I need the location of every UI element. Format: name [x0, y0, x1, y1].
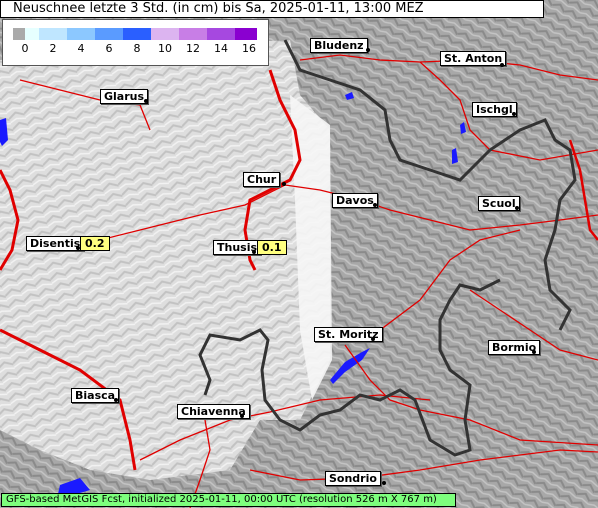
legend-tick-10: 10: [158, 42, 172, 55]
legend-seg-0: [13, 28, 25, 40]
city-label-st-anton: St. Anton: [440, 51, 507, 66]
city-label-chiavenna: Chiavenna: [177, 404, 250, 419]
city-dot-biasca: [114, 398, 118, 402]
city-label-bludenz: Bludenz: [310, 38, 368, 53]
city-dot-sondrio: [382, 481, 386, 485]
city-dot-st-moritz: [371, 337, 375, 341]
snow-covered-area: [0, 40, 330, 480]
city-label-chur: Chur: [243, 172, 281, 187]
city-dot-glarus: [144, 99, 148, 103]
footer-info: GFS-based MetGIS Fcst, initialized 2025-…: [1, 493, 456, 507]
city-dot-thusis: [252, 250, 256, 254]
legend-seg-7: [179, 28, 207, 40]
legend-seg-9: [235, 28, 257, 40]
terrain-map: [0, 0, 598, 508]
city-label-glarus: Glarus: [100, 89, 149, 104]
city-label-sondrio: Sondrio: [325, 471, 381, 486]
legend-tick-0: 0: [21, 42, 29, 55]
snow-value-thusis: 0.1: [257, 240, 287, 255]
snow-value-disentis: 0.2: [80, 236, 110, 251]
city-dot-scuol: [515, 206, 519, 210]
legend-tick-14: 14: [214, 42, 228, 55]
city-dot-ischgl: [512, 112, 516, 116]
legend-seg-1: [25, 28, 39, 40]
map-title: Neuschnee letzte 3 Std. (in cm) bis Sa, …: [0, 0, 544, 18]
legend-seg-8: [207, 28, 235, 40]
legend-tick-6: 6: [105, 42, 113, 55]
legend-seg-6: [151, 28, 179, 40]
legend: 0 2 4 6 8 10 12 14 16: [2, 19, 269, 66]
legend-tick-4: 4: [77, 42, 85, 55]
legend-tick-12: 12: [186, 42, 200, 55]
city-dot-bludenz: [366, 48, 370, 52]
city-dot-chur: [282, 182, 286, 186]
legend-tick-16: 16: [242, 42, 256, 55]
legend-tick-2: 2: [49, 42, 57, 55]
legend-seg-3: [67, 28, 95, 40]
legend-tick-8: 8: [133, 42, 141, 55]
city-dot-st-anton: [500, 63, 504, 67]
legend-seg-5: [123, 28, 151, 40]
city-label-biasca: Biasca: [71, 388, 120, 403]
city-label-ischgl: Ischgl: [472, 102, 517, 117]
city-dot-chiavenna: [240, 414, 244, 418]
legend-seg-4: [95, 28, 123, 40]
city-label-scuol: Scuol: [478, 196, 520, 211]
city-dot-davos: [373, 203, 377, 207]
legend-seg-2: [39, 28, 67, 40]
city-dot-bormio: [532, 350, 536, 354]
city-label-davos: Davos: [332, 193, 378, 208]
